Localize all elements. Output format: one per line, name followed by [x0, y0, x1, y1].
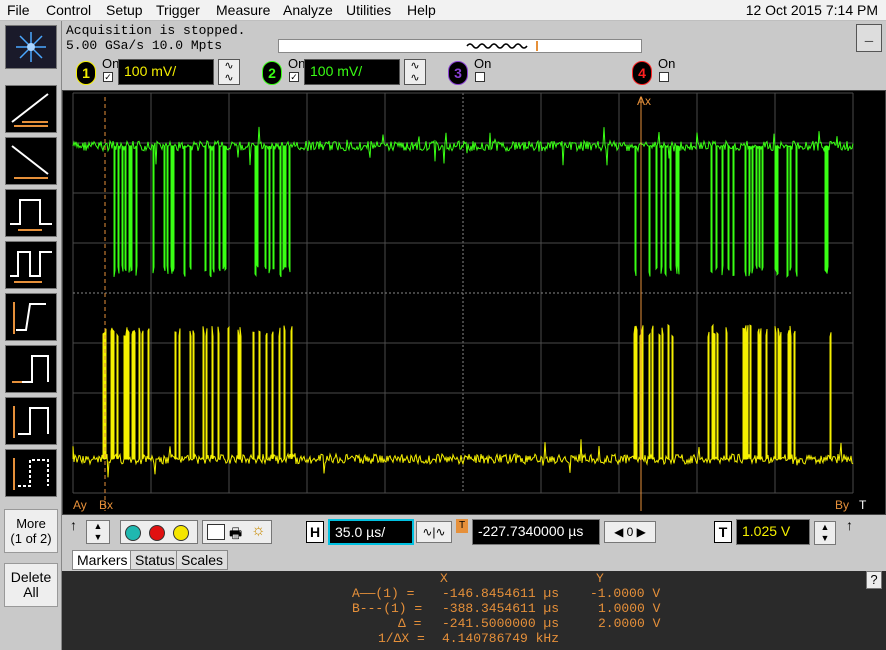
- logo-icon[interactable]: [5, 25, 57, 69]
- channel-2-coupling-icon[interactable]: ∿ ∿: [404, 59, 426, 85]
- sample-rate: 5.00 GSa/s 10.0 Mpts: [66, 38, 223, 53]
- channel-3-control: 3 On: [448, 56, 528, 87]
- markers-header-x: X: [440, 571, 448, 586]
- marker-delta-x: -241.5000000 µs: [442, 616, 560, 631]
- minimize-button[interactable]: _: [856, 24, 882, 52]
- channel-2-scale[interactable]: 100 mV/: [304, 59, 400, 85]
- scroll-arrows-button[interactable]: ▲ ▼: [86, 520, 110, 544]
- red-circle-icon[interactable]: [149, 525, 165, 541]
- marker-bx-label: Bx: [99, 498, 113, 512]
- horizontal-label[interactable]: H: [306, 521, 324, 543]
- arrow-up-icon[interactable]: ↑: [70, 517, 77, 533]
- channel-4-on-label: On: [658, 56, 676, 71]
- tab-scales[interactable]: Scales: [176, 550, 229, 570]
- marker-b-y: 1.0000 V: [598, 601, 661, 616]
- tab-markers[interactable]: Markers: [72, 550, 133, 570]
- trigger-level-arrows[interactable]: ▲ ▼: [814, 521, 836, 545]
- marker-a-label: A——(1) =: [352, 586, 415, 601]
- menu-help[interactable]: Help: [407, 2, 436, 18]
- marker-mode-buttons: [120, 520, 198, 544]
- waveform-svg: Ay Bx Ax By T: [72, 92, 867, 512]
- trigger-level[interactable]: 1.025 V: [736, 519, 810, 545]
- menu-trigger[interactable]: Trigger: [156, 2, 200, 18]
- marker-ay-label: Ay: [73, 498, 87, 512]
- brightness-icon[interactable]: ☼: [251, 522, 266, 540]
- trigger-label[interactable]: T: [714, 521, 732, 543]
- channel-1-checkbox[interactable]: ✓: [103, 72, 113, 82]
- channel-2-button[interactable]: 2: [262, 61, 282, 85]
- status-area: Acquisition is stopped. 5.00 GSa/s 10.0 …: [62, 21, 886, 55]
- marker-b-x: -388.3454611 µs: [442, 601, 560, 616]
- cyan-circle-icon[interactable]: [125, 525, 141, 541]
- delete-all-button[interactable]: Delete All: [4, 563, 58, 607]
- markers-header-y: Y: [596, 571, 604, 586]
- channel-1-on-label: On: [102, 56, 120, 71]
- top-base-icon[interactable]: [5, 449, 57, 497]
- pulse-period-icon[interactable]: [5, 241, 57, 289]
- horizontal-delay[interactable]: -227.7340000 µs: [472, 519, 600, 545]
- channel-4-checkbox[interactable]: [659, 72, 669, 82]
- menu-utilities[interactable]: Utilities: [346, 2, 391, 18]
- trigger-position-label: T: [456, 519, 468, 533]
- datetime: 12 Oct 2015 7:14 PM: [745, 2, 878, 18]
- fall-time-icon[interactable]: [5, 345, 57, 393]
- marker-inv-delta-label: 1/ΔX =: [378, 631, 425, 646]
- channel-2-control: 2 On ✓ 100 mV/ ∿ ∿: [262, 56, 432, 87]
- channel-1-scale[interactable]: 100 mV/: [118, 59, 214, 85]
- horizontal-fine-icon[interactable]: ∿|∿: [416, 521, 452, 543]
- trigger-level-indicator[interactable]: T: [859, 498, 867, 512]
- menu-measure[interactable]: Measure: [216, 2, 270, 18]
- marker-a-y: -1.0000 V: [590, 586, 661, 601]
- arrow-up-right-icon[interactable]: ↑: [846, 517, 853, 533]
- left-toolbar: More (1 of 2) Delete All: [0, 21, 62, 650]
- waveform-display[interactable]: Ay Bx Ax By T: [62, 90, 886, 515]
- channel-4-control: 4 On: [632, 56, 712, 87]
- delay-step-control[interactable]: ◀ 0 ▶: [604, 521, 656, 543]
- waveform-overview[interactable]: [278, 39, 642, 53]
- channel-2-on-label: On: [288, 56, 306, 71]
- rise-time-icon[interactable]: [5, 293, 57, 341]
- markers-panel: X Y A——(1) = -146.8454611 µs -1.0000 V B…: [62, 571, 886, 650]
- channel-3-button[interactable]: 3: [448, 61, 468, 85]
- more-button[interactable]: More (1 of 2): [4, 509, 58, 553]
- channel-1-button[interactable]: 1: [76, 61, 96, 85]
- menu-setup[interactable]: Setup: [106, 2, 143, 18]
- trigger-falling-edge-icon[interactable]: [5, 137, 57, 185]
- menu-control[interactable]: Control: [46, 2, 91, 18]
- menu-file[interactable]: File: [7, 2, 30, 18]
- delay-step-value: 0: [626, 525, 634, 539]
- channel-3-checkbox[interactable]: [475, 72, 485, 82]
- pulse-width-icon[interactable]: [5, 189, 57, 237]
- screenshot-icon[interactable]: [207, 524, 225, 540]
- marker-b-label: B---(1) =: [352, 601, 423, 616]
- channel-2-checkbox[interactable]: ✓: [289, 72, 299, 82]
- channel-1-coupling-icon[interactable]: ∿ ∿: [218, 59, 240, 85]
- channel-4-button[interactable]: 4: [632, 61, 652, 85]
- channel-3-on-label: On: [474, 56, 492, 71]
- acquisition-status: Acquisition is stopped.: [66, 23, 246, 38]
- amplitude-icon[interactable]: [5, 397, 57, 445]
- marker-a-x: -146.8454611 µs: [442, 586, 560, 601]
- tab-status[interactable]: Status: [130, 550, 180, 570]
- yellow-circle-icon[interactable]: [173, 525, 189, 541]
- marker-inv-delta-x: 4.140786749 kHz: [442, 631, 560, 646]
- marker-ax-label: Ax: [637, 94, 651, 108]
- marker-delta-y: 2.0000 V: [598, 616, 661, 631]
- bottom-control-bar: ↑ ▲ ▼ 🖶 ☼ H 35.0 µs/ ∿|∿ T -227.7340000 µ…: [62, 515, 886, 549]
- trigger-rising-edge-icon[interactable]: [5, 85, 57, 133]
- marker-delta-label: Δ =: [398, 616, 422, 631]
- tab-bar: Markers Status Scales: [62, 549, 886, 571]
- horizontal-scale[interactable]: 35.0 µs/: [328, 519, 414, 545]
- channel-bar: 1 On ✓ 100 mV/ ∿ ∿ 2 On ✓ 100 mV/ ∿ ∿ 3 On…: [62, 55, 886, 90]
- help-button[interactable]: ?: [866, 571, 882, 589]
- menu-bar: File Control Setup Trigger Measure Analy…: [0, 0, 886, 21]
- menu-analyze[interactable]: Analyze: [283, 2, 333, 18]
- printer-icon[interactable]: 🖶: [229, 523, 242, 547]
- utility-buttons: 🖶 ☼: [202, 520, 272, 544]
- marker-by-label: By: [835, 498, 849, 512]
- channel-1-control: 1 On ✓ 100 mV/ ∿ ∿: [76, 56, 246, 87]
